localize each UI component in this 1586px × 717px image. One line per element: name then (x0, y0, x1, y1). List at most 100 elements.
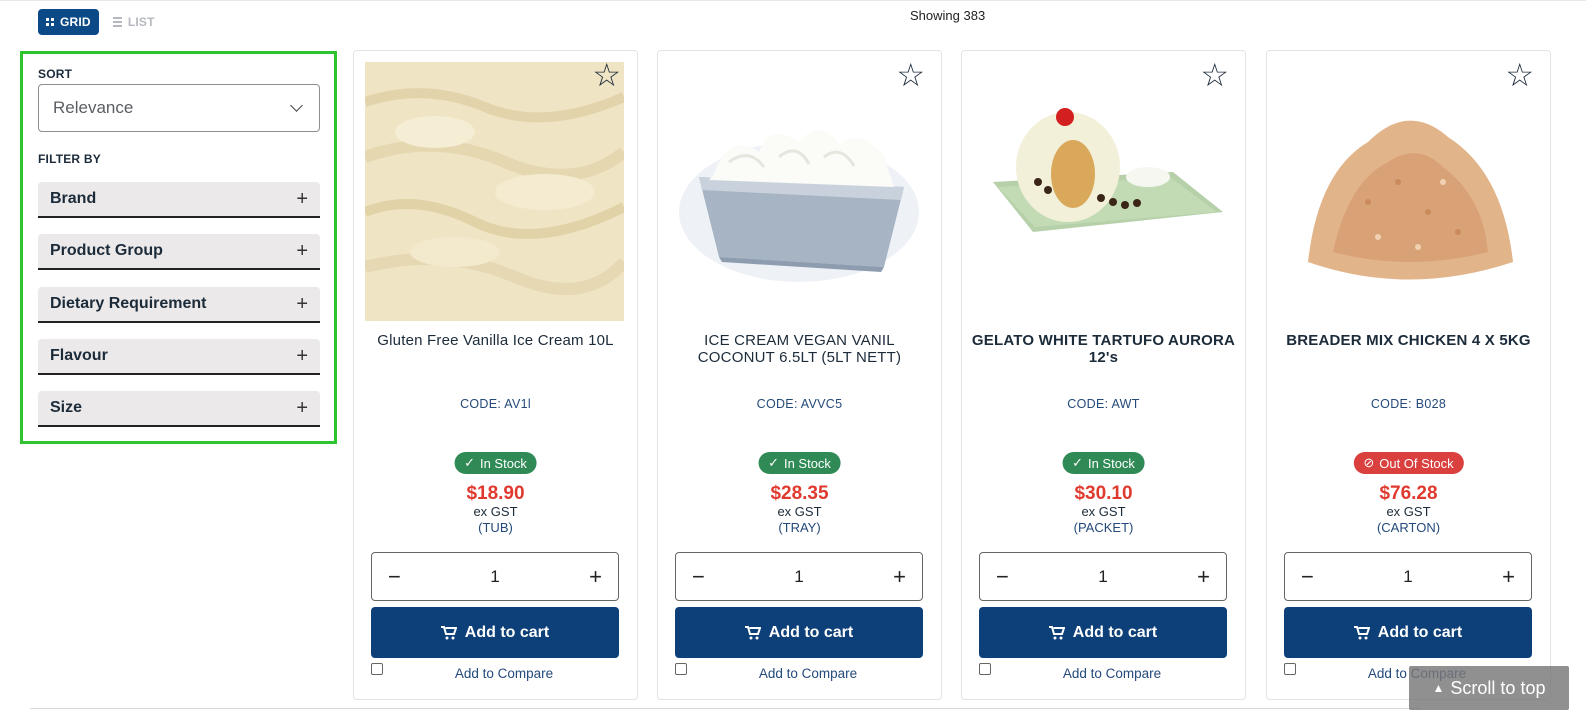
filter-flavour[interactable]: Flavour + (38, 339, 320, 375)
add-to-compare-link[interactable]: Add to Compare (675, 666, 941, 681)
sidebar-filters: SORT Relevance FILTER BY Brand + Product… (20, 51, 337, 444)
quantity-value[interactable]: 1 (1098, 567, 1107, 587)
price-unit: (TUB) (478, 520, 513, 535)
grid-view-button[interactable]: GRID (38, 9, 99, 35)
stock-badge: ⊘ Out Of Stock (1353, 452, 1464, 474)
plus-icon[interactable]: + (589, 565, 602, 588)
price-unit: (CARTON) (1376, 520, 1441, 535)
add-to-compare-link[interactable]: Add to Compare (979, 666, 1245, 681)
product-price: $30.10 (1074, 483, 1133, 504)
add-to-cart-label: Add to cart (768, 623, 854, 641)
quantity-stepper: − 1 + (371, 552, 619, 601)
price-unit: (PACKET) (1073, 520, 1134, 535)
stock-badge: ✓ In Stock (758, 452, 841, 474)
result-count: Showing 383 (910, 8, 986, 23)
check-icon: ✓ (1072, 455, 1083, 470)
list-view-button[interactable]: LIST (112, 15, 155, 29)
stock-label: In Stock (1087, 455, 1135, 471)
product-card: ☆ BREADER MIX CHICKEN 4 X 5KG CODE: B028… (1266, 50, 1551, 700)
product-price: $18.90 (466, 483, 525, 504)
minus-icon[interactable]: − (388, 565, 401, 588)
quantity-stepper: − 1 + (979, 552, 1227, 601)
product-name[interactable]: BREADER MIX CHICKEN 4 X 5KG (1275, 332, 1542, 349)
quantity-stepper: − 1 + (675, 552, 923, 601)
top-divider (0, 0, 1586, 1)
product-code: CODE: AV1l (460, 397, 531, 411)
filter-label: Product Group (50, 242, 163, 259)
quantity-value[interactable]: 1 (1403, 567, 1412, 587)
filter-label: Size (50, 399, 83, 416)
add-to-compare-link[interactable]: Add to Compare (371, 666, 637, 681)
stock-label: In Stock (783, 455, 831, 471)
add-to-cart-label: Add to cart (1377, 623, 1463, 641)
product-card: ☆ GELATO WHITE TARTUFO AURORA 12's CODE:… (961, 50, 1246, 700)
scroll-to-top-button[interactable]: ▲ Scroll to top (1409, 666, 1569, 710)
scroll-to-top-label: Scroll to top (1450, 677, 1546, 698)
filter-product-group[interactable]: Product Group + (38, 234, 320, 270)
cart-icon (440, 625, 457, 639)
filter-brand[interactable]: Brand + (38, 182, 320, 218)
favorite-star-icon[interactable]: ☆ (1200, 59, 1229, 91)
filter-label: Dietary Requirement (50, 295, 207, 312)
price-tax-note: ex GST (1081, 504, 1126, 519)
add-to-cart-button[interactable]: Add to cart (371, 607, 619, 658)
product-name[interactable]: Gluten Free Vanilla Ice Cream 10L (362, 332, 629, 349)
filter-label: Brand (50, 190, 97, 207)
minus-icon[interactable]: − (1301, 565, 1314, 588)
price-tax-note: ex GST (1386, 504, 1431, 519)
add-to-cart-button[interactable]: Add to cart (675, 607, 923, 658)
price-tax-note: ex GST (473, 504, 518, 519)
product-image-vegan-ice-cream[interactable] (669, 62, 928, 321)
chevron-down-icon (290, 99, 303, 112)
product-name[interactable]: ICE CREAM VEGAN VANIL COCONUT 6.5LT (5LT… (666, 332, 933, 366)
price-unit: (TRAY) (778, 520, 821, 535)
add-to-cart-button[interactable]: Add to cart (1284, 607, 1532, 658)
favorite-star-icon[interactable]: ☆ (1505, 59, 1534, 91)
plus-icon: + (296, 188, 308, 210)
list-icon (112, 17, 122, 27)
plus-icon[interactable]: + (1502, 565, 1515, 588)
favorite-star-icon[interactable]: ☆ (592, 59, 621, 91)
quantity-value[interactable]: 1 (794, 567, 803, 587)
filter-size[interactable]: Size + (38, 391, 320, 427)
stock-label: Out Of Stock (1379, 455, 1454, 471)
plus-icon[interactable]: + (1197, 565, 1210, 588)
quantity-value[interactable]: 1 (490, 567, 499, 587)
plus-icon: + (296, 397, 308, 419)
stock-label: In Stock (479, 455, 527, 471)
product-name[interactable]: GELATO WHITE TARTUFO AURORA 12's (970, 332, 1237, 366)
filter-label: Flavour (50, 347, 108, 364)
grid-view-label: GRID (60, 15, 91, 29)
arrow-up-icon: ▲ (1432, 681, 1445, 695)
favorite-star-icon[interactable]: ☆ (896, 59, 925, 91)
plus-icon: + (296, 345, 308, 367)
cart-icon (1353, 625, 1370, 639)
price-tax-note: ex GST (777, 504, 822, 519)
bottom-divider (30, 708, 1420, 709)
minus-icon[interactable]: − (692, 565, 705, 588)
plus-icon: + (296, 240, 308, 262)
product-code: CODE: AWT (1067, 397, 1140, 411)
stock-badge: ✓ In Stock (1062, 452, 1145, 474)
check-icon: ✓ (768, 455, 779, 470)
cart-icon (744, 625, 761, 639)
cart-icon (1048, 625, 1065, 639)
product-image-gelato-tartufo[interactable] (973, 62, 1232, 321)
product-image-vanilla-ice-cream[interactable] (365, 62, 624, 321)
product-image-breader-mix[interactable] (1278, 62, 1537, 321)
minus-icon[interactable]: − (996, 565, 1009, 588)
plus-icon[interactable]: + (893, 565, 906, 588)
quantity-stepper: − 1 + (1284, 552, 1532, 601)
filter-dietary-requirement[interactable]: Dietary Requirement + (38, 287, 320, 323)
add-to-cart-label: Add to cart (464, 623, 550, 641)
sort-select[interactable]: Relevance (38, 84, 320, 132)
filter-by-label: FILTER BY (38, 152, 101, 166)
add-to-cart-button[interactable]: Add to cart (979, 607, 1227, 658)
list-view-label: LIST (127, 15, 155, 29)
add-to-cart-label: Add to cart (1072, 623, 1158, 641)
sort-label: SORT (38, 67, 73, 81)
ban-icon: ⊘ (1363, 455, 1375, 470)
product-code: CODE: B028 (1370, 397, 1447, 411)
sort-value: Relevance (53, 98, 134, 117)
view-toggle: GRID LIST (38, 9, 155, 35)
